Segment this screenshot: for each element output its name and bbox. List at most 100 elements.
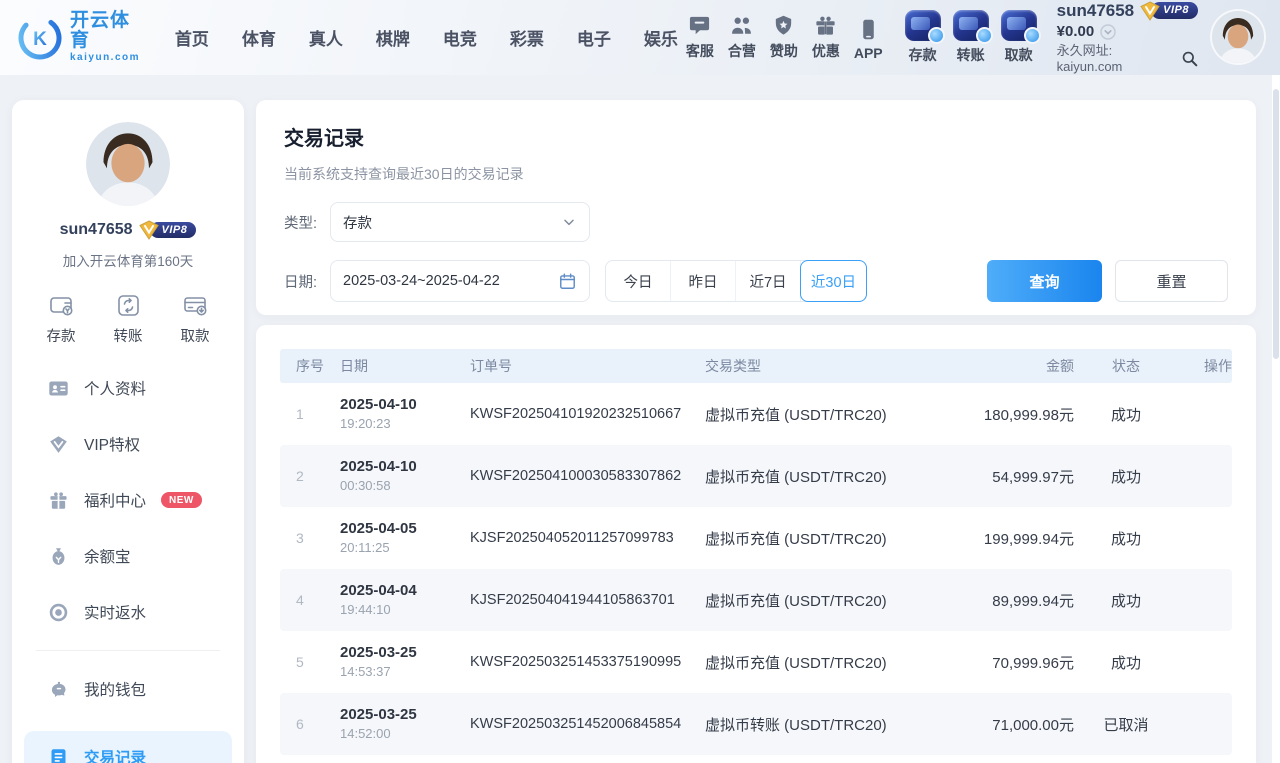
date-range-input-wrap[interactable]: [330, 260, 590, 302]
row-date: 2025-03-25 14:52:00: [340, 706, 470, 743]
sidebar-item-transaction-records[interactable]: 交易记录: [24, 731, 232, 763]
row-date: 2025-04-10 00:30:58: [340, 458, 470, 495]
row-date: 2025-03-25 14:53:37: [340, 644, 470, 681]
chat-icon: [688, 14, 711, 37]
new-badge: NEW: [161, 492, 202, 508]
row-order-number: KJSF202504041944105863701: [470, 592, 705, 608]
range-7days-button[interactable]: 近7日: [736, 261, 801, 301]
customer-service-button[interactable]: 客服: [686, 14, 714, 61]
promotions-button[interactable]: 优惠: [812, 14, 840, 61]
type-select-value: 存款: [343, 212, 561, 233]
profile-avatar[interactable]: [86, 122, 170, 206]
nav-item-entertainment[interactable]: 娱乐: [636, 19, 686, 56]
row-date: 2025-04-05 20:11:25: [340, 520, 470, 557]
row-transaction-type: 虚拟币充值 (USDT/TRC20): [705, 652, 966, 673]
nav-item-slots[interactable]: 电子: [569, 19, 619, 56]
withdraw-button[interactable]: 取款: [1001, 10, 1037, 65]
scrollbar[interactable]: [1272, 75, 1280, 763]
withdraw-icon-button[interactable]: 取款: [181, 292, 210, 346]
nav-item-esports[interactable]: 电竞: [435, 19, 485, 56]
partners-icon: [730, 14, 753, 37]
row-status: 已取消: [1076, 714, 1176, 735]
sidebar-item-wallet[interactable]: 我的钱包: [12, 661, 244, 717]
search-icon[interactable]: [1181, 50, 1198, 67]
nav-item-sports[interactable]: 体育: [234, 19, 284, 56]
date-filter-label: 日期:: [284, 271, 330, 292]
row-status: 成功: [1076, 404, 1176, 425]
range-30days-button[interactable]: 近30日: [800, 260, 867, 302]
row-transaction-type: 虚拟币转账 (USDT/TRC20): [705, 714, 966, 735]
nav-item-lottery[interactable]: 彩票: [502, 19, 552, 56]
range-today-button[interactable]: 今日: [606, 261, 671, 301]
sidebar-item-rebate[interactable]: 实时返水: [12, 584, 244, 640]
table-row: 2 2025-04-10 00:30:58 KWSF20250410003058…: [280, 445, 1232, 507]
row-index: 3: [296, 530, 340, 546]
sidebar-item-profile[interactable]: 个人资料: [12, 360, 244, 416]
welfare-gift-icon: [48, 490, 69, 511]
col-order: 订单号: [470, 356, 705, 376]
type-filter-label: 类型:: [284, 212, 330, 233]
rebate-disc-icon: [48, 602, 69, 623]
row-date: 2025-04-04 19:44:10: [340, 582, 470, 619]
id-card-icon: [48, 378, 69, 399]
table-row: 3 2025-04-05 20:11:25 KJSF20250405201125…: [280, 507, 1232, 569]
sidebar-vip-badge[interactable]: VIP8: [139, 220, 197, 240]
row-amount: 70,999.96元: [966, 652, 1076, 673]
records-doc-icon: [48, 747, 69, 763]
app-download-button[interactable]: APP: [854, 18, 883, 61]
transfer-icon: [115, 292, 142, 319]
row-transaction-type: 虚拟币充值 (USDT/TRC20): [705, 404, 966, 425]
phone-icon: [857, 18, 880, 41]
wallet-icons: 存款 转账 取款: [905, 10, 1037, 65]
vip-gem-icon: [48, 434, 69, 455]
sidebar-item-yuebao[interactable]: 余额宝: [12, 528, 244, 584]
table-row: 1 2025-04-10 19:20:23 KWSF20250410192023…: [280, 383, 1232, 445]
avatar[interactable]: [1212, 11, 1264, 63]
logo-mark-icon: K: [18, 16, 62, 60]
user-block: sun47658 VIP8 ¥0.00: [1057, 1, 1198, 75]
calendar-icon[interactable]: [558, 272, 577, 291]
transfer-button[interactable]: 转账: [953, 10, 989, 65]
range-yesterday-button[interactable]: 昨日: [671, 261, 736, 301]
scrollbar-thumb[interactable]: [1273, 89, 1279, 359]
app-root: K 开云体育 kaiyun.com 首页 体育 真人 棋牌 电竞 彩票 电子 娱…: [0, 0, 1280, 763]
partners-button[interactable]: 合营: [728, 14, 756, 61]
row-index: 5: [296, 654, 340, 670]
nav-item-live[interactable]: 真人: [301, 19, 351, 56]
sidebar-item-welfare[interactable]: 福利中心 NEW: [12, 472, 244, 528]
row-order-number: KWSF202504101920232510667: [470, 406, 705, 422]
col-status: 状态: [1076, 356, 1176, 376]
bank-card-icon: [182, 292, 209, 319]
row-order-number: KWSF202503251452006845854: [470, 716, 705, 732]
vip-shield-icon: [139, 220, 159, 240]
table-row: 6 2025-03-25 14:52:00 KWSF20250325145200…: [280, 693, 1232, 755]
sponsor-button[interactable]: 赞助: [770, 14, 798, 61]
withdraw-3d-icon: [1001, 10, 1037, 41]
search-button[interactable]: 查询: [987, 260, 1102, 302]
sidebar-item-vip[interactable]: VIP特权: [12, 416, 244, 472]
username[interactable]: sun47658: [1057, 1, 1135, 21]
page-body: sun47658 VIP8 加入开云体育第160天 存款: [0, 75, 1280, 763]
balance-refresh-icon[interactable]: [1100, 24, 1116, 40]
row-order-number: KJSF202504052011257099783: [470, 530, 705, 546]
join-days-text: 加入开云体育第160天: [63, 250, 194, 270]
money-bag-icon: [48, 546, 69, 567]
row-amount: 199,999.94元: [966, 528, 1076, 549]
piggy-bank-icon: [48, 679, 69, 700]
transfer-icon-button[interactable]: 转账: [114, 292, 143, 346]
quick-range-group: 今日 昨日 近7日 近30日: [605, 260, 867, 302]
type-select[interactable]: 存款: [330, 202, 590, 242]
row-index: 4: [296, 592, 340, 608]
deposit-button[interactable]: 存款: [905, 10, 941, 65]
chevron-down-icon: [561, 214, 577, 230]
nav-item-home[interactable]: 首页: [167, 19, 217, 56]
svg-text:K: K: [33, 29, 47, 50]
reset-button[interactable]: 重置: [1115, 260, 1228, 302]
nav-item-chess[interactable]: 棋牌: [368, 19, 418, 56]
sidebar-deposit-button[interactable]: 存款: [47, 292, 76, 346]
top-bar: K 开云体育 kaiyun.com 首页 体育 真人 棋牌 电竞 彩票 电子 娱…: [0, 0, 1280, 75]
table-row: 5 2025-03-25 14:53:37 KWSF20250325145337…: [280, 631, 1232, 693]
vip-badge[interactable]: VIP8: [1140, 1, 1198, 21]
date-range-input[interactable]: [343, 273, 558, 289]
site-logo[interactable]: K 开云体育 kaiyun.com: [18, 11, 141, 63]
